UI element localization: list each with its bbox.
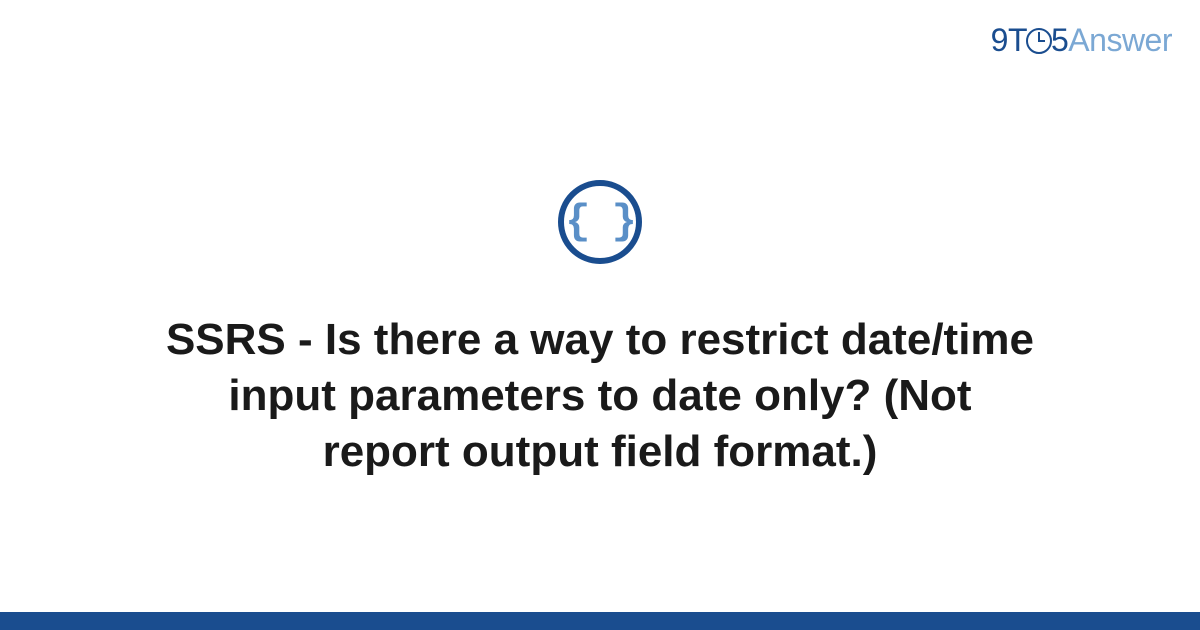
main-content: { } SSRS - Is there a way to restrict da…	[0, 0, 1200, 630]
site-logo: 9T 5Answer	[991, 22, 1172, 59]
logo-text-answer: Answer	[1068, 22, 1172, 58]
footer-bar	[0, 612, 1200, 630]
code-braces-icon: { }	[565, 198, 635, 246]
logo-text-5: 5	[1051, 22, 1068, 58]
logo-text-9t: 9T	[991, 22, 1027, 58]
category-badge: { }	[558, 180, 642, 264]
clock-icon	[1026, 28, 1052, 54]
question-title: SSRS - Is there a way to restrict date/t…	[120, 312, 1080, 481]
